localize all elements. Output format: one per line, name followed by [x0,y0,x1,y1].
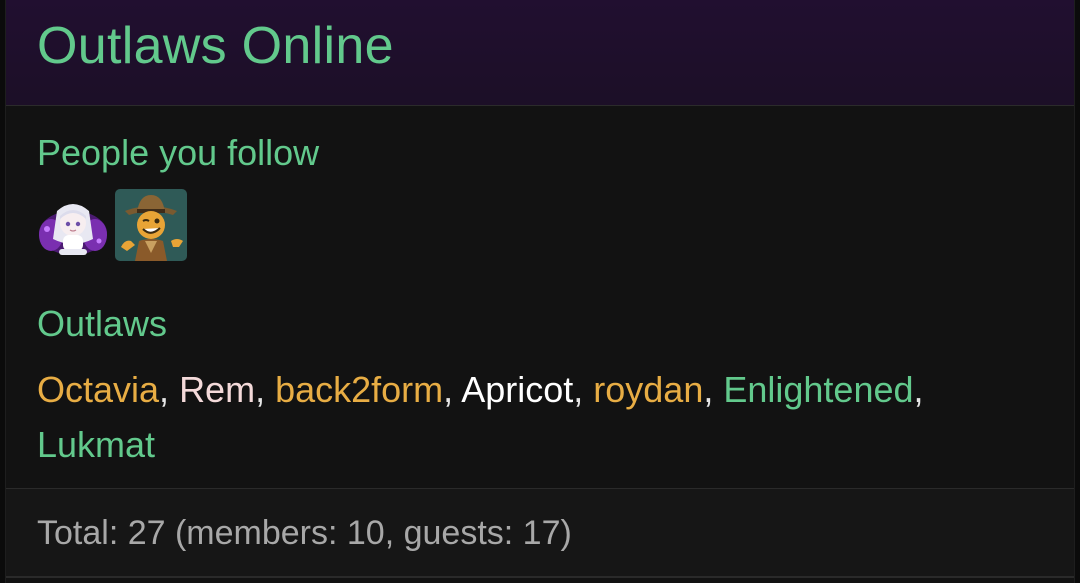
followed-avatars [37,189,187,261]
widget-header: Outlaws Online [6,0,1074,106]
member-separator: , [443,369,462,410]
online-widget: Outlaws Online People you follow Outlaws… [5,0,1075,583]
people-you-follow-heading: People you follow [37,132,320,173]
member-link[interactable]: Lukmat [37,424,155,465]
widget-title[interactable]: Outlaws Online [37,14,394,78]
member-separator: , [159,369,180,410]
member-separator: , [255,369,276,410]
cowboy-mascot-avatar-icon[interactable] [115,189,187,261]
member-link[interactable]: Rem [179,369,255,410]
member-link[interactable]: Apricot [461,369,573,410]
member-separator: , [573,369,594,410]
member-link[interactable]: roydan [593,369,703,410]
anime-girl-avatar-icon[interactable] [37,189,109,261]
member-separator: , [913,369,924,410]
online-totals-text: Total: 27 (members: 10, guests: 17) [37,514,572,552]
online-totals-footer: Total: 27 (members: 10, guests: 17) [6,488,1074,578]
member-separator: , [703,369,724,410]
outlaws-heading: Outlaws [37,303,168,344]
member-link[interactable]: Enlightened [723,369,913,410]
member-link[interactable]: Octavia [37,369,159,410]
member-link[interactable]: back2form [275,369,443,410]
online-members-list: Octavia, Rem, back2form, Apricot, roydan… [37,362,1027,472]
